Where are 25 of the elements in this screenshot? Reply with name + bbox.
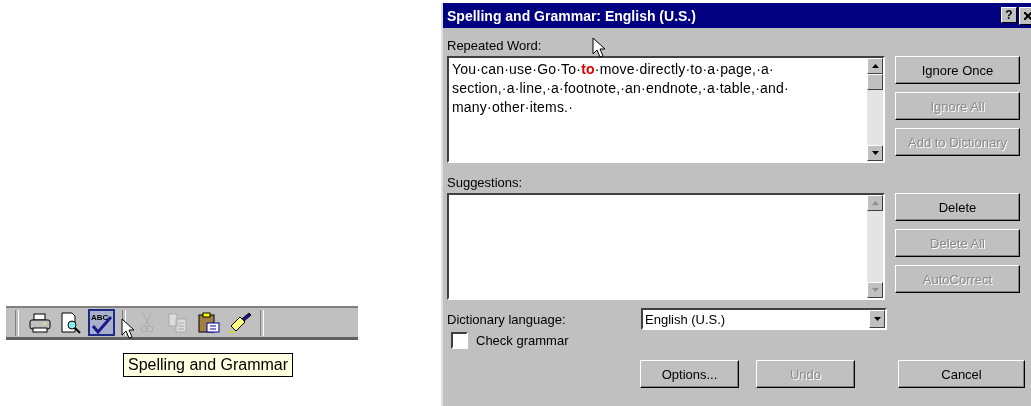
dialog-button[interactable]: Options... [640, 360, 739, 388]
close-icon[interactable] [1019, 6, 1031, 25]
clipboard-icon [197, 311, 220, 334]
field-label: Suggestions: [447, 174, 523, 190]
suggestions-list[interactable] [447, 193, 885, 300]
page-magnifier-icon [59, 311, 82, 334]
dialog-button[interactable]: Ignore Once [895, 56, 1020, 84]
field-label: Repeated Word: [447, 37, 542, 53]
caret-icon [873, 317, 881, 321]
toolbar-button[interactable]: ABC [88, 309, 115, 336]
copy-icon [167, 312, 188, 333]
checkbox-label[interactable]: Check grammar [476, 333, 569, 348]
checkbox[interactable] [451, 332, 468, 349]
printer-icon [28, 312, 51, 333]
dialog-button[interactable]: Delete [895, 193, 1020, 221]
field-label: Dictionary language: [447, 311, 567, 327]
language-dropdown[interactable]: English (U.S.) [641, 308, 887, 330]
scroll-bar[interactable] [867, 195, 883, 298]
paintbrush-icon [227, 311, 252, 334]
toolbar-button[interactable] [195, 309, 222, 336]
help-button[interactable]: ? [1001, 6, 1017, 23]
scroll-bar[interactable] [867, 58, 883, 161]
dialog-button[interactable]: Cancel [898, 360, 1025, 388]
window-title: Spelling and Grammar: English (U.S.) [447, 7, 696, 24]
tooltip: Spelling and Grammar [123, 353, 294, 377]
